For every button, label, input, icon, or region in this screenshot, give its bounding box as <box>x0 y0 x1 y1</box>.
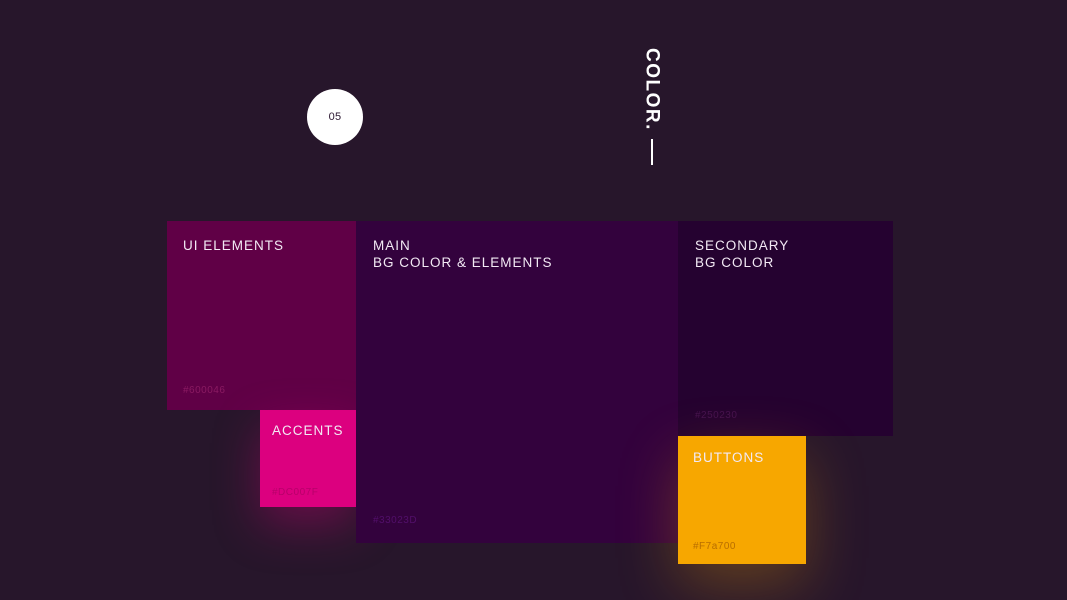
swatch-hex: #600046 <box>183 385 226 396</box>
title-underline <box>651 138 653 165</box>
color-palette-slide: 05 COLOR. UI ELEMENTS #600046 ACCENTS #D… <box>0 0 1067 600</box>
swatch-accents: ACCENTS #DC007F <box>260 410 356 507</box>
swatch-label: BUTTONS <box>693 450 765 465</box>
swatch-hex: #DC007F <box>272 487 319 498</box>
section-title-text: COLOR. <box>641 48 663 131</box>
section-number: 05 <box>328 111 342 123</box>
swatch-ui-elements: UI ELEMENTS #600046 <box>167 221 356 410</box>
swatch-label: SECONDARY BG COLOR <box>695 238 790 270</box>
swatch-hex: #F7a700 <box>693 541 736 552</box>
swatch-main-bg: MAIN BG COLOR & ELEMENTS #33023D <box>356 221 678 543</box>
swatch-hex: #250230 <box>695 410 738 421</box>
section-title: COLOR. <box>628 48 676 168</box>
swatch-buttons: BUTTONS #F7a700 <box>678 436 806 564</box>
swatch-label: MAIN BG COLOR & ELEMENTS <box>373 238 553 270</box>
swatch-secondary-bg: SECONDARY BG COLOR #250230 <box>678 221 893 436</box>
section-number-badge: 05 <box>307 89 363 145</box>
swatch-label: UI ELEMENTS <box>183 238 285 253</box>
swatch-label: ACCENTS <box>272 423 344 438</box>
swatch-hex: #33023D <box>373 515 418 526</box>
